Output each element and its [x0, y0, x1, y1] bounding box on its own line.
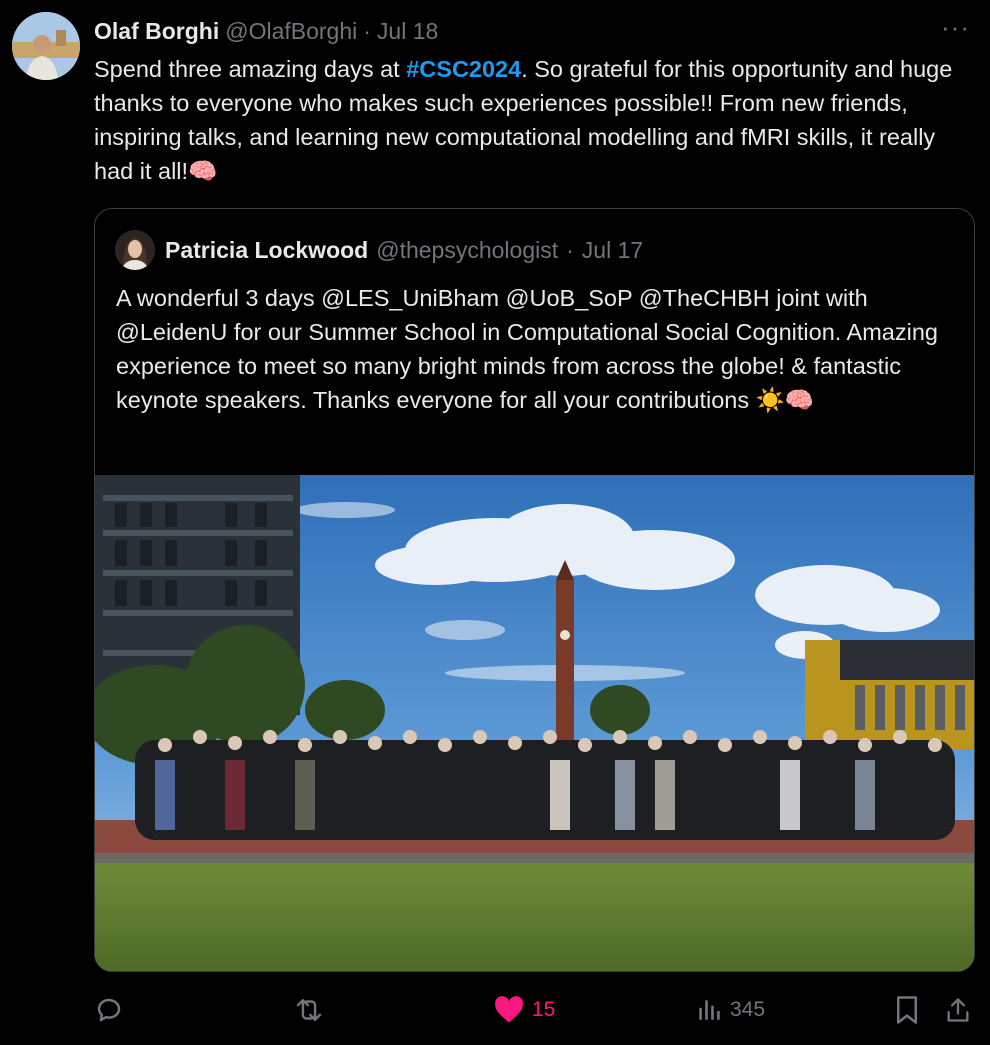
hashtag-link[interactable]: #CSC2024 — [406, 56, 521, 82]
quoted-author-handle[interactable]: @thepsychologist — [376, 237, 558, 264]
like-count: 15 — [532, 998, 556, 1021]
avatar[interactable] — [12, 12, 80, 80]
quoted-date[interactable]: Jul 17 — [582, 237, 643, 264]
retweet-icon — [292, 995, 326, 1025]
quoted-tweet-header: Patricia Lockwood @thepsychologist · Jul… — [115, 229, 954, 271]
views-button[interactable]: 345 — [696, 990, 765, 1030]
tweet-date[interactable]: Jul 18 — [377, 18, 438, 45]
sun-brain-emoji: ☀️🧠 — [755, 387, 815, 413]
author-handle[interactable]: @OlafBorghi — [225, 18, 357, 45]
retweet-button[interactable] — [292, 990, 326, 1030]
brain-emoji: 🧠 — [188, 158, 218, 184]
heart-icon — [494, 996, 524, 1024]
action-bar: 15 345 — [94, 990, 976, 1030]
quoted-author-name[interactable]: Patricia Lockwood — [165, 237, 368, 264]
reply-button[interactable] — [94, 990, 124, 1030]
author-name[interactable]: Olaf Borghi — [94, 18, 219, 45]
bookmark-button[interactable] — [894, 990, 920, 1030]
tweet-header: Olaf Borghi @OlafBorghi · Jul 18 ··· — [94, 14, 970, 46]
share-button[interactable] — [944, 990, 972, 1030]
avatar-photo — [12, 12, 80, 80]
quoted-header-separator: · — [566, 236, 574, 263]
group-photo[interactable] — [95, 475, 975, 972]
tweet-text-start: Spend three amazing days at — [94, 56, 407, 82]
like-button[interactable]: 15 — [494, 990, 555, 1030]
tweet-text: Spend three amazing days at #CSC2024. So… — [94, 52, 974, 188]
quoted-avatar-photo — [115, 230, 155, 270]
quoted-tweet-text: A wonderful 3 days @LES_UniBham @UoB_SoP… — [116, 281, 951, 417]
reply-icon — [94, 995, 124, 1025]
views-count: 345 — [730, 998, 766, 1021]
more-options-icon[interactable]: ··· — [941, 14, 970, 40]
quoted-avatar[interactable] — [115, 230, 155, 270]
views-icon — [696, 997, 722, 1023]
bookmark-icon — [894, 995, 920, 1025]
share-icon — [944, 995, 972, 1025]
quoted-text-body: A wonderful 3 days @LES_UniBham @UoB_SoP… — [116, 285, 938, 413]
header-separator: · — [363, 17, 371, 44]
quoted-tweet[interactable]: Patricia Lockwood @thepsychologist · Jul… — [94, 208, 975, 972]
